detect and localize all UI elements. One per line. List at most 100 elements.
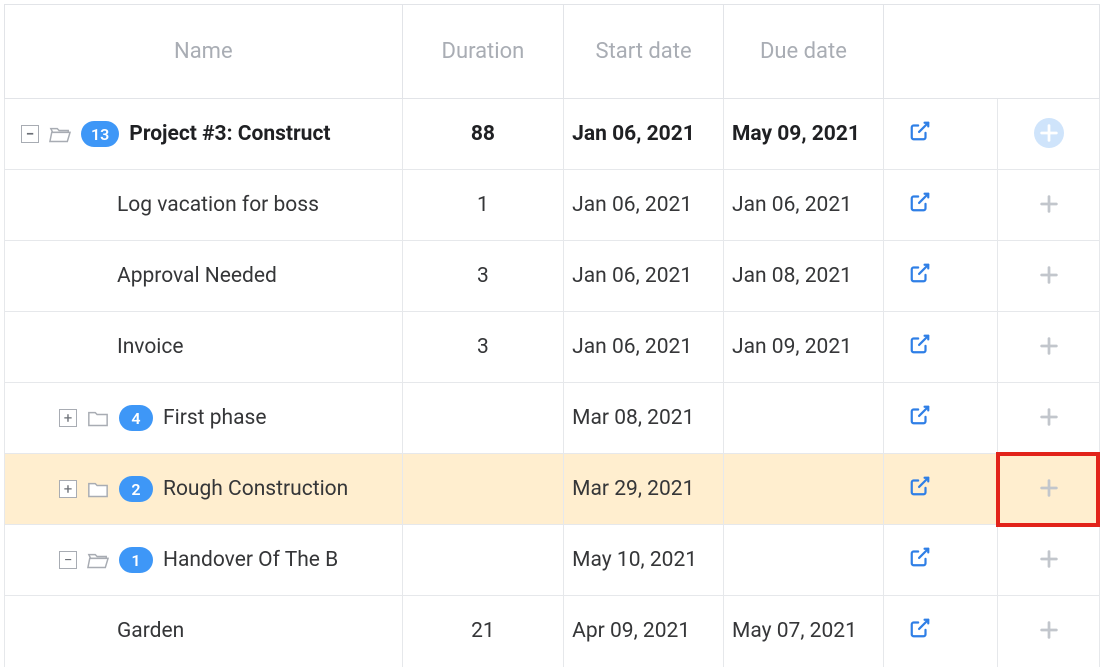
count-badge: 1 [119,547,153,573]
due-date-cell[interactable] [723,454,883,525]
due-date-cell[interactable]: Jan 08, 2021 [723,241,883,312]
table-row[interactable]: Log vacation for boss1Jan 06, 2021Jan 06… [5,170,1100,241]
start-date-cell[interactable]: Mar 08, 2021 [564,383,724,454]
count-badge: 4 [119,405,153,431]
external-link-icon[interactable] [909,191,931,213]
expand-icon[interactable]: + [59,480,77,498]
duration-cell[interactable]: 1 [402,170,564,241]
add-cell [998,454,1100,525]
add-button[interactable] [1034,331,1064,361]
name-cell: − 1 Handover Of The B [5,525,403,596]
duration-cell[interactable]: 3 [402,241,564,312]
name-cell: − 13 Project #3: Construct [5,99,403,170]
folder-icon [87,480,109,498]
add-button[interactable] [1034,402,1064,432]
collapse-icon[interactable]: − [59,551,77,569]
folder-icon [87,551,109,569]
name-cell: Invoice [5,312,403,383]
row-label[interactable]: Handover Of The B [163,548,338,572]
add-cell [998,99,1100,170]
duration-cell[interactable] [402,383,564,454]
collapse-icon[interactable]: − [21,125,39,143]
header-row: Name Duration Start date Due date [5,5,1100,99]
duration-cell[interactable]: 3 [402,312,564,383]
external-link-icon[interactable] [909,404,931,426]
table-row[interactable]: − 1 Handover Of The B May 10, 2021 [5,525,1100,596]
name-cell: Log vacation for boss [5,170,403,241]
table-row[interactable]: Invoice 3Jan 06, 2021Jan 09, 2021 [5,312,1100,383]
due-date-cell[interactable]: Jan 06, 2021 [723,170,883,241]
count-badge: 13 [81,121,119,147]
start-date-cell[interactable]: Mar 29, 2021 [564,454,724,525]
due-date-cell[interactable]: Jan 09, 2021 [723,312,883,383]
add-button[interactable] [1034,473,1064,503]
external-link-icon[interactable] [909,546,931,568]
external-link-icon[interactable] [909,262,931,284]
add-cell [998,525,1100,596]
duration-cell[interactable]: 88 [402,99,564,170]
duration-cell[interactable] [402,525,564,596]
name-cell: Approval Needed [5,241,403,312]
open-link-cell [883,312,998,383]
add-cell [998,170,1100,241]
project-table: Name Duration Start date Due date −13Pro… [4,4,1100,667]
row-label[interactable]: First phase [163,406,267,430]
row-label[interactable]: Log vacation for boss [117,193,319,217]
add-button[interactable] [1034,260,1064,290]
row-label[interactable]: Invoice [117,335,184,359]
folder-icon [49,125,71,143]
row-label[interactable]: Garden [117,619,184,643]
start-date-cell[interactable]: May 10, 2021 [564,525,724,596]
table-row[interactable]: +4 First phase Mar 08, 2021 [5,383,1100,454]
row-label[interactable]: Project #3: Construct [129,122,330,146]
header-due[interactable]: Due date [723,5,883,99]
add-cell [998,312,1100,383]
name-cell: +4 First phase [5,383,403,454]
due-date-cell[interactable]: May 07, 2021 [723,596,883,667]
table-row[interactable]: Garden 21Apr 09, 2021May 07, 2021 [5,596,1100,667]
table-row[interactable]: − 13 Project #3: Construct 88Jan 06, 2021Ma… [5,99,1100,170]
row-label[interactable]: Rough Construction [163,477,348,501]
open-link-cell [883,383,998,454]
start-date-cell[interactable]: Jan 06, 2021 [564,170,724,241]
expand-icon[interactable]: + [59,409,77,427]
table-row[interactable]: +2 Rough Construction Mar 29, 2021 [5,454,1100,525]
name-cell: Garden [5,596,403,667]
duration-cell[interactable]: 21 [402,596,564,667]
open-link-cell [883,99,998,170]
duration-cell[interactable] [402,454,564,525]
header-name[interactable]: Name [5,5,403,99]
add-cell [998,383,1100,454]
count-badge: 2 [119,476,153,502]
open-link-cell [883,241,998,312]
add-button[interactable] [1034,189,1064,219]
header-actions [883,5,1099,99]
add-cell [998,241,1100,312]
start-date-cell[interactable]: Jan 06, 2021 [564,99,724,170]
add-cell [998,596,1100,667]
add-button[interactable] [1034,118,1064,148]
table-row[interactable]: Approval Needed 3Jan 06, 2021Jan 08, 2021 [5,241,1100,312]
external-link-icon[interactable] [909,120,931,142]
due-date-cell[interactable] [723,383,883,454]
open-link-cell [883,170,998,241]
external-link-icon[interactable] [909,475,931,497]
external-link-icon[interactable] [909,617,931,639]
open-link-cell [883,596,998,667]
folder-icon [87,409,109,427]
external-link-icon[interactable] [909,333,931,355]
due-date-cell[interactable]: May 09, 2021 [723,99,883,170]
header-start[interactable]: Start date [564,5,724,99]
start-date-cell[interactable]: Apr 09, 2021 [564,596,724,667]
start-date-cell[interactable]: Jan 06, 2021 [564,312,724,383]
open-link-cell [883,525,998,596]
row-label[interactable]: Approval Needed [117,264,277,288]
open-link-cell [883,454,998,525]
table-container: Name Duration Start date Due date −13Pro… [4,4,1100,667]
header-duration[interactable]: Duration [402,5,564,99]
due-date-cell[interactable] [723,525,883,596]
add-button[interactable] [1034,544,1064,574]
start-date-cell[interactable]: Jan 06, 2021 [564,241,724,312]
add-button[interactable] [1034,615,1064,645]
name-cell: +2 Rough Construction [5,454,403,525]
